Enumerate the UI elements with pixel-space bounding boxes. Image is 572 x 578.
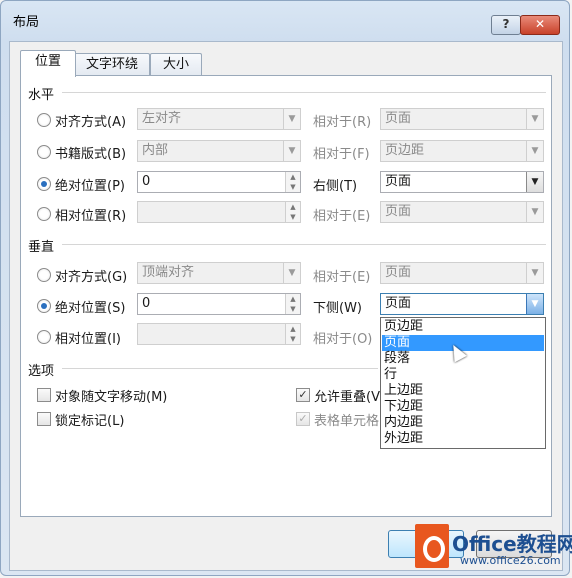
v-relative-input[interactable]: ▲ ▼ [137, 323, 301, 345]
allow-overlap-checkbox[interactable]: ✓ [296, 388, 310, 402]
v-absolute-label: 绝对位置(S) [55, 301, 126, 316]
v-absolute-value: 0 [142, 296, 151, 311]
dialog-title: 布局 [13, 15, 40, 30]
chevron-down-icon[interactable]: ▼ [526, 172, 543, 192]
v-below-select[interactable]: 页面 ▼ [380, 293, 544, 315]
tab-size[interactable]: 大小 [150, 53, 202, 76]
h-alignment-value: 左对齐 [142, 111, 182, 126]
horizontal-separator [62, 92, 546, 93]
layout-dialog: 布局 ? ✕ 位置 文字环绕 大小 [0, 0, 570, 576]
h-book-layout-label: 书籍版式(B) [55, 147, 127, 162]
watermark-title: Office教程网 [452, 532, 572, 556]
chevron-down-icon: ▼ [526, 263, 543, 283]
h-absolute-radio[interactable] [37, 177, 51, 191]
v-alignment-label: 对齐方式(G) [55, 270, 128, 285]
h-relative-label: 相对位置(R) [55, 209, 127, 224]
in-table-cell-label: 表格单元格 [314, 414, 380, 429]
h-book-relative-value: 页边距 [385, 143, 425, 158]
h-right-of-value: 页面 [385, 174, 412, 189]
h-book-layout-select[interactable]: 内部 ▼ [137, 140, 301, 162]
lock-anchor-label: 锁定标记(L) [55, 414, 125, 429]
v-below-value: 页面 [385, 296, 412, 311]
spinner-arrows-icon[interactable]: ▲ ▼ [285, 172, 300, 192]
help-button[interactable]: ? [491, 15, 521, 35]
chevron-down-icon[interactable]: ▼ [526, 294, 543, 314]
chevron-down-icon: ▼ [526, 202, 543, 222]
h-relative-to-value: 页面 [385, 204, 412, 219]
h-relative-radio[interactable] [37, 207, 51, 221]
v-alignment-radio[interactable] [37, 268, 51, 282]
h-align-relative-value: 页面 [385, 111, 412, 126]
h-book-layout-value: 内部 [142, 143, 169, 158]
chevron-down-icon: ▼ [283, 263, 300, 283]
spinner-arrows-icon: ▲ ▼ [285, 202, 300, 222]
options-separator [62, 368, 378, 369]
h-right-of-select[interactable]: 页面 ▼ [380, 171, 544, 193]
v-align-relative-select[interactable]: 页面 ▼ [380, 262, 544, 284]
v-below-label: 下侧(W) [313, 301, 362, 316]
h-alignment-label: 对齐方式(A) [55, 115, 127, 130]
watermark-url: www.office26.com [460, 554, 561, 567]
h-align-relative-label: 相对于(R) [313, 115, 372, 130]
h-absolute-value: 0 [142, 174, 151, 189]
h-book-relative-select[interactable]: 页边距 ▼ [380, 140, 544, 162]
dropdown-item-margin[interactable]: 页边距 [382, 319, 544, 335]
h-book-layout-radio[interactable] [37, 145, 51, 159]
v-align-relative-label: 相对于(E) [313, 270, 371, 285]
v-relative-label: 相对位置(I) [55, 332, 121, 347]
dropdown-item-inside-margin[interactable]: 内边距 [382, 415, 544, 431]
close-button[interactable]: ✕ [520, 15, 560, 35]
spinner-arrows-icon[interactable]: ▲ ▼ [285, 294, 300, 314]
h-relative-input[interactable]: ▲ ▼ [137, 201, 301, 223]
h-alignment-select[interactable]: 左对齐 ▼ [137, 108, 301, 130]
dropdown-item-outside-margin[interactable]: 外边距 [382, 431, 544, 447]
chevron-down-icon: ▼ [526, 109, 543, 129]
h-relative-to-label: 相对于(E) [313, 209, 371, 224]
h-alignment-radio[interactable] [37, 113, 51, 127]
dropdown-item-bottom-margin[interactable]: 下边距 [382, 399, 544, 415]
dropdown-item-line[interactable]: 行 [382, 367, 544, 383]
h-right-of-label: 右侧(T) [313, 179, 358, 194]
chevron-down-icon: ▼ [283, 109, 300, 129]
h-relative-to-select[interactable]: 页面 ▼ [380, 201, 544, 223]
office-logo-icon [415, 524, 449, 568]
v-alignment-select[interactable]: 顶端对齐 ▼ [137, 262, 301, 284]
tab-text-wrapping[interactable]: 文字环绕 [74, 53, 150, 76]
chevron-down-icon: ▼ [283, 141, 300, 161]
v-alignment-value: 顶端对齐 [142, 265, 195, 280]
v-absolute-radio[interactable] [37, 299, 51, 313]
move-with-text-label: 对象随文字移动(M) [55, 390, 168, 405]
v-relative-radio[interactable] [37, 330, 51, 344]
v-absolute-input[interactable]: 0 ▲ ▼ [137, 293, 301, 315]
move-with-text-checkbox[interactable] [37, 388, 51, 402]
v-align-relative-value: 页面 [385, 265, 412, 280]
allow-overlap-label: 允许重叠(V [314, 390, 380, 405]
h-absolute-label: 绝对位置(P) [55, 179, 125, 194]
chevron-down-icon: ▼ [526, 141, 543, 161]
horizontal-section-label: 水平 [28, 88, 55, 103]
options-section-label: 选项 [28, 364, 55, 379]
h-align-relative-select[interactable]: 页面 ▼ [380, 108, 544, 130]
vertical-separator [62, 244, 546, 245]
dropdown-item-top-margin[interactable]: 上边距 [382, 383, 544, 399]
tab-position[interactable]: 位置 [20, 50, 76, 77]
h-absolute-input[interactable]: 0 ▲ ▼ [137, 171, 301, 193]
h-book-relative-label: 相对于(F) [313, 147, 370, 162]
lock-anchor-checkbox[interactable] [37, 412, 51, 426]
in-table-cell-checkbox[interactable]: ✓ [296, 412, 310, 426]
title-bar: 布局 ? ✕ [1, 1, 569, 41]
v-relative-to-label: 相对于(O) [313, 332, 373, 347]
vertical-relative-dropdown-list: 页边距 页面 段落 行 上边距 下边距 内边距 外边距 [380, 317, 546, 449]
spinner-arrows-icon: ▲ ▼ [285, 324, 300, 344]
vertical-section-label: 垂直 [28, 240, 55, 255]
